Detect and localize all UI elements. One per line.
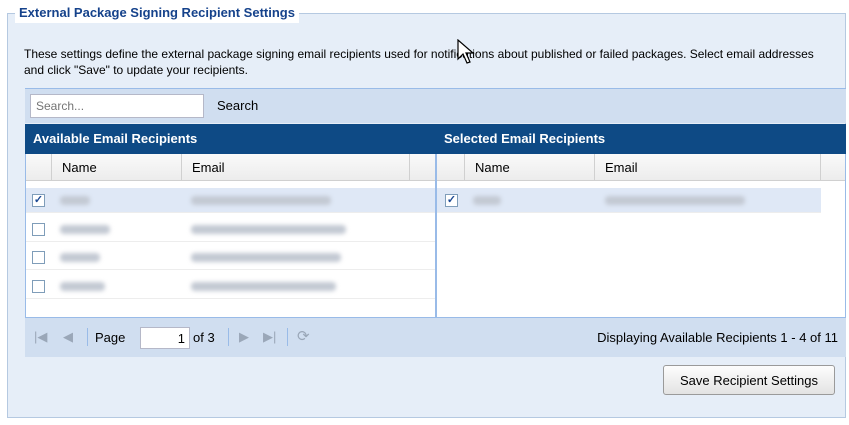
checkbox-column-header[interactable] [26,154,52,181]
page-label: Page [95,330,126,345]
toolbar-separator [287,328,288,346]
name-column-header[interactable]: Name [52,154,182,181]
save-recipient-settings-button[interactable]: Save Recipient Settings [663,365,835,395]
row-checkbox[interactable]: ✓ [32,194,45,207]
next-page-icon[interactable]: ▶ [239,329,249,345]
selected-column-headers: Name Email [437,154,845,181]
redacted-email [605,196,745,205]
redacted-email [191,196,331,205]
name-column-header[interactable]: Name [465,154,595,181]
page-number-input[interactable] [140,327,190,349]
panel-legend: External Package Signing Recipient Setti… [15,3,299,23]
table-row[interactable] [26,245,435,270]
redacted-email [191,253,341,262]
checkbox-column-header[interactable] [437,154,465,181]
redacted-name [60,282,105,291]
paging-status: Displaying Available Recipients 1 - 4 of… [597,330,838,345]
redacted-name [60,253,100,262]
row-checkbox[interactable] [32,280,45,293]
table-row[interactable] [26,217,435,242]
page-count: of 3 [193,330,215,345]
pagination-toolbar: |◀ ◀ Page of 3 ▶ ▶| ⟳ Displaying Availab… [25,317,846,357]
selected-recipients-title: Selected Email Recipients [436,124,846,154]
search-toolbar: Search [25,88,846,123]
last-page-icon[interactable]: ▶| [263,329,276,345]
row-checkbox[interactable] [32,251,45,264]
table-row[interactable] [26,274,435,299]
email-column-header[interactable]: Email [182,154,410,181]
toolbar-separator [87,328,88,346]
available-recipients-grid: Name Email ✓ [25,154,436,317]
available-recipients-title: Available Email Recipients [25,124,436,154]
redacted-email [191,225,346,234]
settings-description: These settings define the external packa… [24,47,814,77]
redacted-name [60,225,110,234]
email-column-header[interactable]: Email [595,154,821,181]
redacted-email [191,282,336,291]
mouse-cursor-icon [457,39,475,64]
row-checkbox[interactable]: ✓ [445,194,458,207]
toolbar-separator [228,328,229,346]
row-checkbox[interactable] [32,223,45,236]
available-column-headers: Name Email [26,154,435,181]
redacted-name [60,196,90,205]
table-row[interactable]: ✓ [437,188,821,213]
table-row[interactable]: ✓ [26,188,435,213]
prev-page-icon[interactable]: ◀ [63,329,73,345]
selected-recipients-grid: Name Email ✓ [436,154,846,317]
search-button[interactable]: Search [217,98,258,113]
search-input[interactable] [30,94,204,118]
refresh-icon[interactable]: ⟳ [297,327,310,345]
redacted-name [473,196,501,205]
first-page-icon[interactable]: |◀ [34,329,47,345]
